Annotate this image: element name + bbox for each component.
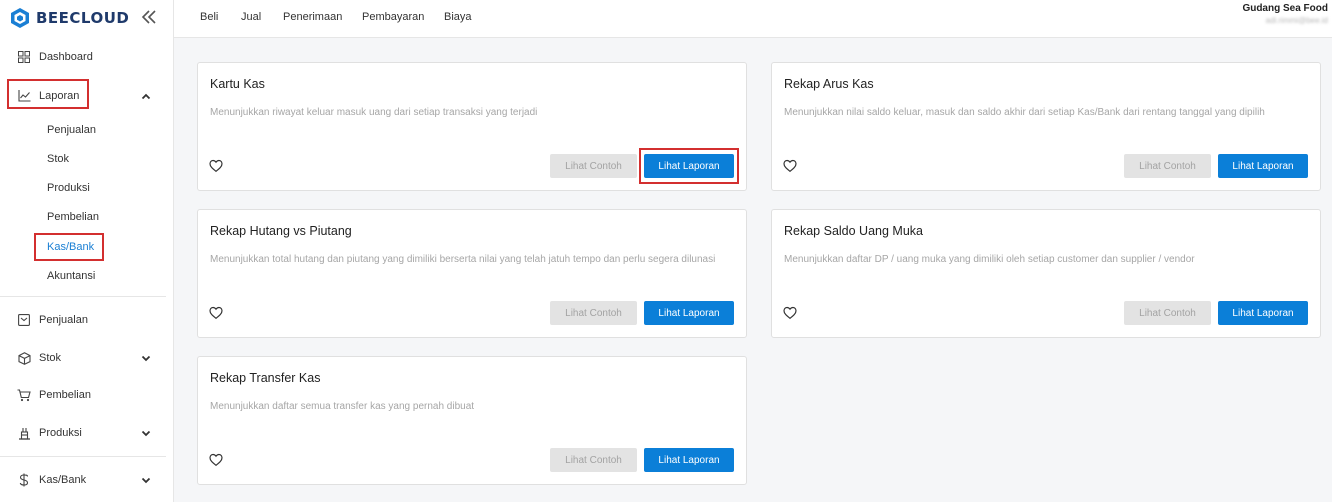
highlight-box-lihat-laporan xyxy=(639,148,739,184)
chevron-up-icon xyxy=(140,90,152,102)
sidebar-subitem-produksi[interactable]: Produksi xyxy=(47,181,90,195)
collapse-sidebar-button[interactable] xyxy=(140,8,158,26)
sidebar-item-label: Pembelian xyxy=(39,389,91,401)
card-description: Menunjukkan nilai saldo keluar, masuk da… xyxy=(784,107,1265,118)
heart-icon[interactable] xyxy=(783,159,797,173)
topnav-jual[interactable]: Jual xyxy=(241,11,261,23)
sidebar-subitem-penjualan[interactable]: Penjualan xyxy=(47,123,96,137)
report-card-rekap-saldo-uang-muka: Rekap Saldo Uang Muka Menunjukkan daftar… xyxy=(771,209,1321,338)
beecloud-logo-icon xyxy=(11,8,29,28)
card-description: Menunjukkan total hutang dan piutang yan… xyxy=(210,254,716,265)
card-title: Rekap Arus Kas xyxy=(784,77,874,91)
topnav-beli[interactable]: Beli xyxy=(200,11,218,23)
chevron-down-icon xyxy=(140,352,152,364)
sidebar-item-label: Penjualan xyxy=(39,314,88,326)
lihat-contoh-button[interactable]: Lihat Contoh xyxy=(550,301,637,325)
lihat-contoh-button[interactable]: Lihat Contoh xyxy=(550,448,637,472)
highlight-box-laporan xyxy=(7,79,89,109)
sidebar-subitem-pembelian[interactable]: Pembelian xyxy=(47,210,99,224)
sidebar: BEECLOUD Dashboard Laporan Penjualan Sto… xyxy=(0,0,174,502)
heart-icon[interactable] xyxy=(783,306,797,320)
company-name[interactable]: Gudang Sea Food xyxy=(1242,3,1328,14)
sidebar-item-penjualan[interactable]: Penjualan xyxy=(0,305,173,335)
lihat-contoh-button[interactable]: Lihat Contoh xyxy=(1124,154,1211,178)
topnav-penerimaan[interactable]: Penerimaan xyxy=(283,11,342,23)
factory-icon xyxy=(17,426,31,440)
box-icon xyxy=(17,351,31,365)
chevron-down-icon xyxy=(140,474,152,486)
double-chevron-left-icon xyxy=(141,10,156,24)
sidebar-item-label: Kas/Bank xyxy=(39,474,87,486)
topnav-pembayaran[interactable]: Pembayaran xyxy=(362,11,424,23)
lihat-laporan-button[interactable]: Lihat Laporan xyxy=(1218,154,1308,178)
user-email: adi.rimmi@bee.id xyxy=(1265,16,1328,25)
grid-icon xyxy=(17,50,31,64)
sidebar-item-pembelian[interactable]: Pembelian xyxy=(0,380,173,410)
heart-icon[interactable] xyxy=(209,159,223,173)
heart-icon[interactable] xyxy=(209,453,223,467)
card-description: Menunjukkan riwayat keluar masuk uang da… xyxy=(210,107,538,118)
lihat-laporan-button[interactable]: Lihat Laporan xyxy=(1218,301,1308,325)
card-title: Kartu Kas xyxy=(210,77,265,91)
cart-icon xyxy=(17,388,31,402)
topnav-biaya[interactable]: Biaya xyxy=(444,11,472,23)
brand-name: BEECLOUD xyxy=(36,9,130,27)
heart-icon[interactable] xyxy=(209,306,223,320)
sidebar-item-label: Stok xyxy=(39,352,62,364)
report-card-rekap-hutang-vs-piutang: Rekap Hutang vs Piutang Menunjukkan tota… xyxy=(197,209,747,338)
receipt-icon xyxy=(17,313,31,327)
sidebar-item-dashboard[interactable]: Dashboard xyxy=(0,42,173,72)
dollar-icon xyxy=(17,473,31,487)
highlight-box-kas-bank xyxy=(34,233,104,261)
sidebar-item-label: Dashboard xyxy=(39,51,93,63)
report-card-rekap-arus-kas: Rekap Arus Kas Menunjukkan nilai saldo k… xyxy=(771,62,1321,191)
logo[interactable]: BEECLOUD xyxy=(10,7,129,29)
sidebar-subitem-akuntansi[interactable]: Akuntansi xyxy=(47,269,95,283)
report-card-rekap-transfer-kas: Rekap Transfer Kas Menunjukkan daftar se… xyxy=(197,356,747,485)
top-navigation-bar: Beli Jual Penerimaan Pembayaran Biaya Gu… xyxy=(174,0,1332,38)
sidebar-divider xyxy=(0,296,166,297)
lihat-laporan-button[interactable]: Lihat Laporan xyxy=(644,301,734,325)
sidebar-item-kas-bank[interactable]: Kas/Bank xyxy=(0,465,173,495)
sidebar-item-label: Produksi xyxy=(39,427,82,439)
card-title: Rekap Saldo Uang Muka xyxy=(784,224,923,238)
sidebar-divider xyxy=(0,456,166,457)
card-description: Menunjukkan daftar DP / uang muka yang d… xyxy=(784,254,1195,265)
lihat-laporan-button[interactable]: Lihat Laporan xyxy=(644,448,734,472)
lihat-contoh-button[interactable]: Lihat Contoh xyxy=(1124,301,1211,325)
card-title: Rekap Hutang vs Piutang xyxy=(210,224,352,238)
card-description: Menunjukkan daftar semua transfer kas ya… xyxy=(210,401,475,412)
lihat-contoh-button[interactable]: Lihat Contoh xyxy=(550,154,637,178)
chevron-down-icon xyxy=(140,427,152,439)
sidebar-subitem-stok[interactable]: Stok xyxy=(47,152,69,166)
card-title: Rekap Transfer Kas xyxy=(210,371,321,385)
sidebar-item-stok[interactable]: Stok xyxy=(0,343,173,373)
sidebar-item-produksi[interactable]: Produksi xyxy=(0,418,173,448)
